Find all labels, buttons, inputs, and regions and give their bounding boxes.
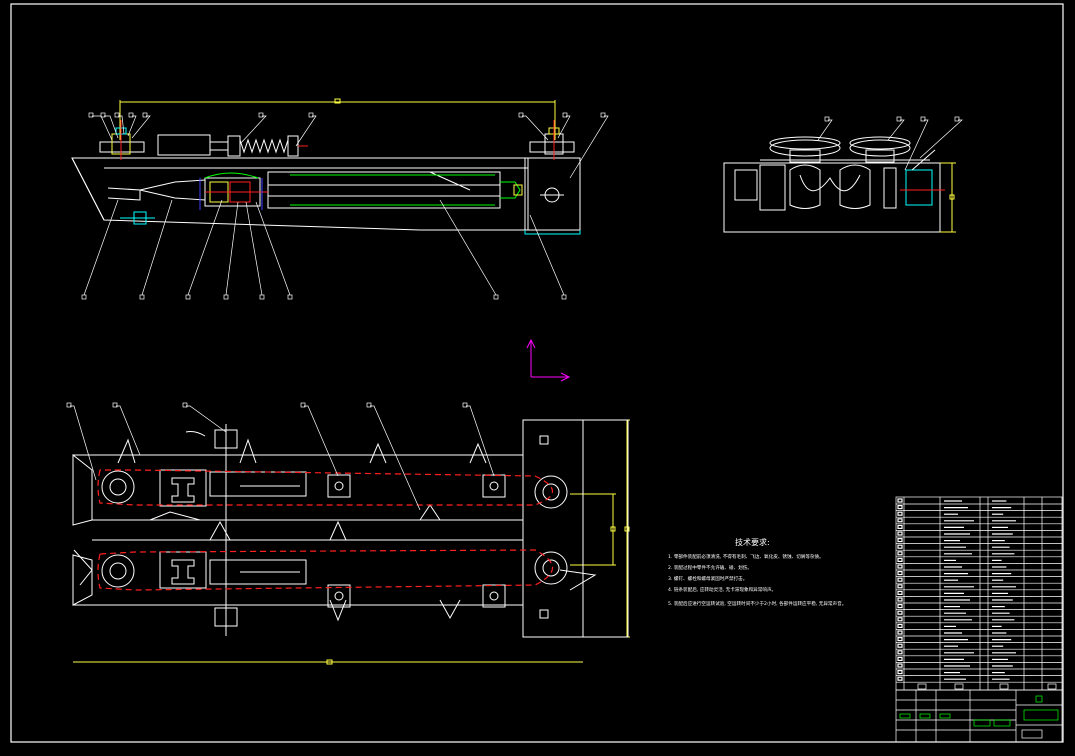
tech-req-line-4: 4. 链条装配后, 应转动灵活, 无卡滞现象和异常响声。 — [668, 586, 776, 593]
tech-req-line-2: 2. 装配过程中零件不允许磕、碰、划伤。 — [668, 564, 752, 571]
tech-req-line-1: 1. 零部件装配前必须清洗, 不得有毛刺、飞边、氧化皮、锈蚀、切屑等杂质。 — [668, 553, 824, 560]
tech-req-title: 技术要求: — [735, 537, 770, 547]
tech-req-line-3: 3. 螺钉、螺栓和螺母紧固时严禁打击。 — [668, 575, 747, 582]
tech-req-line-5: 5. 装配后应进行空运转试验, 空运转时间不少于2小时, 各部件运转应平稳, 无… — [668, 600, 846, 607]
cad-drawing-canvas[interactable]: 技术要求: 1. 零部件装配前必须清洗, 不得有毛刺、飞边、氧化皮、锈蚀、切屑等… — [0, 0, 1075, 756]
